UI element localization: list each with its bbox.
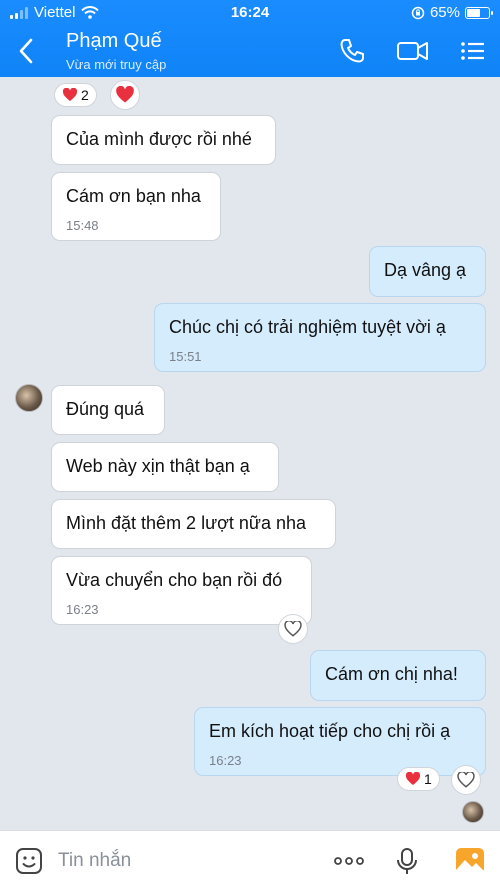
message-text: Em kích hoạt tiếp cho chị rồi ạ <box>209 721 451 741</box>
message-bubble-outgoing[interactable]: Em kích hoạt tiếp cho chị rồi ạ 16:23 <box>194 707 486 776</box>
message-bubble-outgoing[interactable]: Chúc chị có trải nghiệm tuyệt vời ạ 15:5… <box>154 303 486 372</box>
message-text: Đúng quá <box>66 399 145 419</box>
status-bar: Viettel 16:24 65% <box>0 0 500 24</box>
heart-icon <box>116 86 134 103</box>
message-time: 15:48 <box>66 218 99 233</box>
heart-icon <box>405 772 421 785</box>
seen-avatar <box>462 801 484 823</box>
chat-header: Viettel 16:24 65% Phạm Quế Vừa mới truy … <box>0 0 500 77</box>
contact-presence: Vừa mới truy cập <box>66 57 167 72</box>
react-button[interactable] <box>451 765 481 795</box>
back-arrow-icon[interactable] <box>14 36 40 66</box>
message-time: 16:23 <box>209 753 242 768</box>
message-bubble-outgoing[interactable]: Dạ vâng ạ <box>369 246 486 297</box>
reaction-count-label: 1 <box>424 771 432 787</box>
orientation-lock-icon <box>411 6 425 19</box>
reaction-count-label: 2 <box>81 87 89 103</box>
message-bubble-incoming[interactable]: Của mình được rồi nhé <box>51 115 276 165</box>
message-bubble-incoming[interactable]: Đúng quá <box>51 385 165 435</box>
heart-outline-icon <box>284 621 302 637</box>
react-heart-button[interactable] <box>110 80 140 110</box>
message-bubble-incoming[interactable]: Web này xịn thật bạn ạ <box>51 442 279 492</box>
heart-outline-icon <box>457 772 475 788</box>
battery-icon <box>465 6 493 19</box>
heart-icon <box>62 88 78 101</box>
message-text: Dạ vâng ạ <box>384 260 467 280</box>
message-bubble-incoming[interactable]: Mình đặt thêm 2 lượt nữa nha <box>51 499 336 549</box>
message-text: Của mình được rồi nhé <box>66 129 252 149</box>
phone-call-icon[interactable] <box>337 36 367 66</box>
message-text: Cám ơn chị nha! <box>325 664 458 684</box>
battery-percent: 65% <box>429 4 460 21</box>
reaction-count[interactable]: 2 <box>54 83 97 107</box>
video-call-icon[interactable] <box>396 36 430 66</box>
message-list[interactable]: 2 Của mình được rồi nhé Cám ơn bạn nha 1… <box>0 77 500 830</box>
message-text: Mình đặt thêm 2 lượt nữa nha <box>66 513 307 533</box>
reaction-count[interactable]: 1 <box>397 767 440 791</box>
more-options-icon[interactable] <box>332 846 366 876</box>
message-bubble-outgoing[interactable]: Cám ơn chị nha! <box>310 650 486 701</box>
sticker-emoji-icon[interactable] <box>14 846 44 876</box>
image-gallery-icon[interactable] <box>454 846 486 876</box>
menu-list-icon[interactable] <box>458 36 488 66</box>
message-text: Cám ơn bạn nha <box>66 186 201 206</box>
message-time: 16:23 <box>66 602 99 617</box>
message-text: Chúc chị có trải nghiệm tuyệt vời ạ <box>169 317 446 337</box>
message-text: Vừa chuyển cho bạn rồi đó <box>66 570 283 590</box>
message-bubble-incoming[interactable]: Cám ơn bạn nha 15:48 <box>51 172 221 241</box>
message-text: Web này xịn thật bạn ạ <box>66 456 250 476</box>
message-input[interactable]: Tin nhắn <box>58 850 131 872</box>
react-button[interactable] <box>278 614 308 644</box>
contact-name[interactable]: Phạm Quế <box>66 30 162 53</box>
message-bubble-incoming[interactable]: Vừa chuyển cho bạn rồi đó 16:23 <box>51 556 312 625</box>
contact-avatar[interactable] <box>15 384 43 412</box>
message-time: 15:51 <box>169 349 202 364</box>
message-input-bar: Tin nhắn <box>0 830 500 889</box>
microphone-icon[interactable] <box>392 846 422 876</box>
